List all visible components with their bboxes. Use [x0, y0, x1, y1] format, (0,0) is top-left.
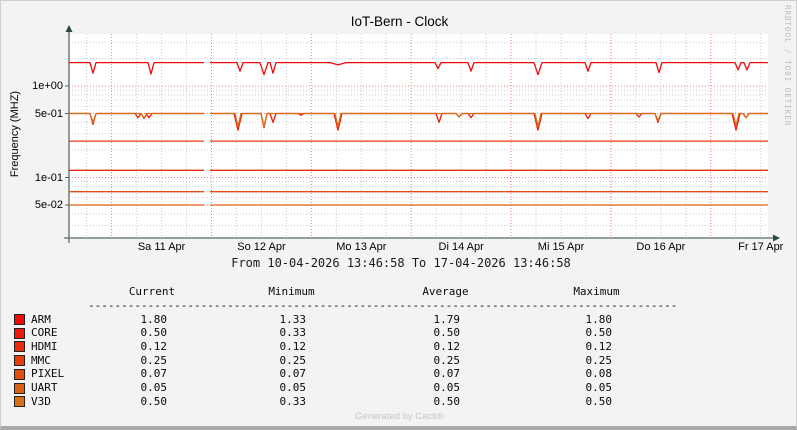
legend-color-swatch [14, 383, 25, 394]
cacti-graph-panel: IoT-Bern - Clock Frequency (MHZ) 1e+00 5e… [0, 0, 797, 430]
plot-area [69, 34, 768, 238]
legend-stat-value: 1.80 [97, 313, 167, 326]
legend-stat-value: 0.25 [542, 354, 612, 367]
legend-color-swatch [14, 396, 25, 407]
legend-stat-value: 0.50 [97, 395, 167, 408]
legend-stat-value: 0.25 [236, 354, 306, 367]
y-tick-label: 1e+00 [1, 80, 63, 92]
legend-stat-value: 0.12 [236, 340, 306, 353]
legend-stat-value: 0.33 [236, 395, 306, 408]
x-tick-label: Mi 15 Apr [538, 241, 584, 253]
legend-stat-value: 0.08 [542, 367, 612, 380]
legend-stat-value: 0.05 [97, 381, 167, 394]
legend-stat-value: 0.50 [542, 326, 612, 339]
legend-stat-value: 0.05 [542, 381, 612, 394]
legend-series-name: UART [31, 381, 58, 394]
legend-stat-value: 1.79 [390, 313, 460, 326]
x-tick-label: So 12 Apr [237, 241, 285, 253]
x-tick-label: Fr 17 Apr [738, 241, 783, 253]
y-tick-label: 5e-02 [1, 199, 63, 211]
x-tick-label: Sa 11 Apr [138, 241, 186, 253]
legend-series-name: MMC [31, 354, 51, 367]
chart-canvas [1, 1, 797, 281]
legend-column-header: Current [107, 285, 197, 298]
legend-color-swatch [14, 314, 25, 325]
legend-series-name: V3D [31, 395, 51, 408]
chart-title: IoT-Bern - Clock [1, 14, 797, 29]
y-tick-label: 1e-01 [1, 172, 63, 184]
legend-color-swatch [14, 355, 25, 366]
legend-series-name: HDMI [31, 340, 58, 353]
rrdtool-watermark: RRDTOOL / TOBI OETIKER [783, 5, 792, 126]
legend-stat-value: 0.12 [542, 340, 612, 353]
legend-stat-value: 0.50 [390, 326, 460, 339]
legend-color-swatch [14, 369, 25, 380]
x-tick-label: Do 16 Apr [636, 241, 685, 253]
time-range-label: From 10-04-2026 13:46:58 To 17-04-2026 1… [1, 256, 797, 270]
legend-stat-value: 0.50 [97, 326, 167, 339]
legend-column-header: Average [401, 285, 491, 298]
legend-stat-value: 0.50 [542, 395, 612, 408]
x-tick-label: Mo 13 Apr [336, 241, 386, 253]
legend-stat-value: 1.33 [236, 313, 306, 326]
legend-series-name: PIXEL [31, 367, 64, 380]
legend-stat-value: 0.05 [390, 381, 460, 394]
legend-stat-value: 0.12 [97, 340, 167, 353]
legend-stat-value: 0.25 [390, 354, 460, 367]
y-axis-label: Frequency (MHZ) [9, 91, 21, 177]
legend-series-name: ARM [31, 313, 51, 326]
legend-stat-value: 0.07 [97, 367, 167, 380]
legend-stat-value: 0.07 [236, 367, 306, 380]
legend-stat-value: 1.80 [542, 313, 612, 326]
y-tick-label: 5e-01 [1, 108, 63, 120]
legend-series-name: CORE [31, 326, 58, 339]
legend-stat-value: 0.12 [390, 340, 460, 353]
legend-stat-value: 0.25 [97, 354, 167, 367]
legend-stat-value: 0.50 [390, 395, 460, 408]
legend-column-header: Minimum [247, 285, 337, 298]
legend-color-swatch [14, 328, 25, 339]
legend-stat-value: 0.05 [236, 381, 306, 394]
x-tick-label: Di 14 Apr [439, 241, 484, 253]
legend-stat-value: 0.33 [236, 326, 306, 339]
legend-column-header: Maximum [552, 285, 642, 298]
generated-by-label: Generated by Cacti® [1, 411, 797, 422]
legend-separator: ----------------------------------------… [88, 299, 677, 312]
legend-stat-value: 0.07 [390, 367, 460, 380]
legend-color-swatch [14, 341, 25, 352]
